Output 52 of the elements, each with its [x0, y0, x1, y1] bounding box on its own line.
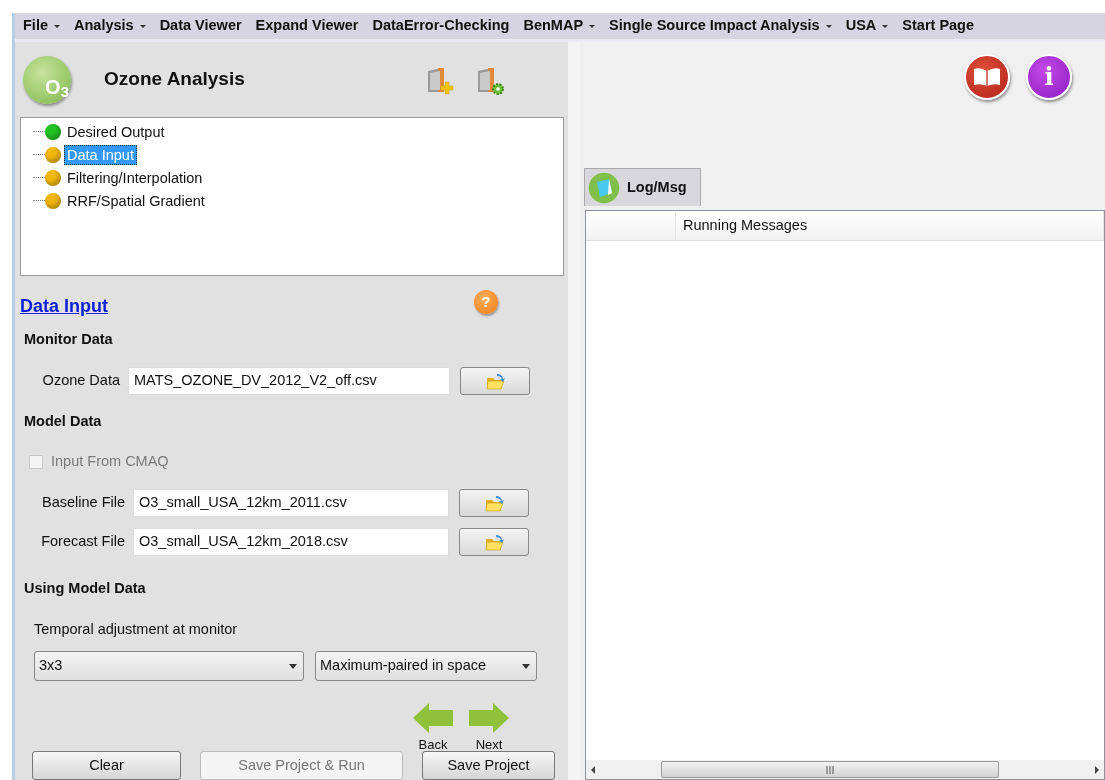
notepad-icon	[587, 170, 621, 205]
book-button[interactable]	[964, 54, 1010, 100]
arrow-left-icon	[413, 703, 453, 733]
menu-item[interactable]: Analysis	[74, 15, 134, 37]
file-path-field[interactable]: O3_small_USA_12km_2018.csv	[133, 527, 449, 556]
menu-item[interactable]: Start Page	[902, 15, 975, 37]
panel-title: Ozone Analysis	[104, 67, 246, 92]
tab[interactable]: Log/Msg	[584, 168, 701, 206]
caret-icon	[882, 24, 889, 28]
menu-item[interactable]: Expand Viewer	[255, 15, 359, 37]
action-button[interactable]: Save Project	[422, 751, 555, 780]
grip-icon	[825, 765, 835, 774]
arrow-right-icon	[469, 703, 509, 733]
section-heading: Monitor Data	[24, 330, 114, 350]
menu-item[interactable]: Single Source Impact Analysis	[609, 15, 820, 37]
back-button[interactable]: Back	[412, 703, 454, 753]
caret-icon	[589, 24, 596, 28]
tree-item[interactable]: RRF/Spatial Gradient	[64, 190, 208, 211]
file-path-field[interactable]: O3_small_USA_12km_2011.csv	[133, 488, 449, 517]
dropdown[interactable]: 3x3	[34, 651, 304, 681]
info-button[interactable]: i	[1026, 54, 1072, 100]
section-link[interactable]: Data Input	[20, 292, 108, 320]
field-label: Ozone Data	[41, 371, 120, 391]
menu-item[interactable]: BenMAP	[523, 15, 584, 37]
tree-item[interactable]: Desired Output	[64, 121, 168, 142]
horizontal-scrollbar[interactable]	[586, 760, 1104, 779]
browse-button[interactable]	[459, 488, 529, 517]
checkbox-label: Input From CMAQ	[51, 451, 169, 471]
menu-item[interactable]: DataError-Checking	[372, 15, 510, 37]
field-label: Forecast File	[40, 531, 125, 551]
caret-icon	[825, 24, 832, 28]
caret-icon	[522, 663, 530, 669]
browse-button[interactable]	[459, 527, 529, 556]
menu-item[interactable]: USA	[845, 15, 877, 37]
menu-item[interactable]: Data Viewer	[159, 15, 242, 37]
book-icon	[972, 66, 1002, 88]
browse-button[interactable]	[460, 367, 530, 395]
caret-icon	[139, 24, 146, 28]
ozone-logo: O$_{3}$	[23, 55, 71, 104]
caret-icon	[289, 663, 297, 669]
folder-icon	[484, 371, 506, 391]
section-heading: Using Model Data	[24, 578, 147, 598]
dropdown[interactable]: Maximum-paired in space	[315, 651, 537, 681]
action-button[interactable]: Clear	[32, 751, 181, 780]
tree-item[interactable]: Filtering/Interpolation	[64, 167, 206, 188]
menu-item[interactable]: File	[23, 15, 48, 37]
dropdown-label: Temporal adjustment at monitor	[34, 620, 239, 640]
next-button[interactable]: Next	[468, 703, 510, 753]
section-heading: Model Data	[24, 412, 103, 431]
caret-icon	[54, 24, 60, 28]
file-path-field[interactable]: MATS_OZONE_DV_2012_V2_off.csv	[128, 367, 450, 395]
field-label: Baseline File	[41, 492, 125, 512]
